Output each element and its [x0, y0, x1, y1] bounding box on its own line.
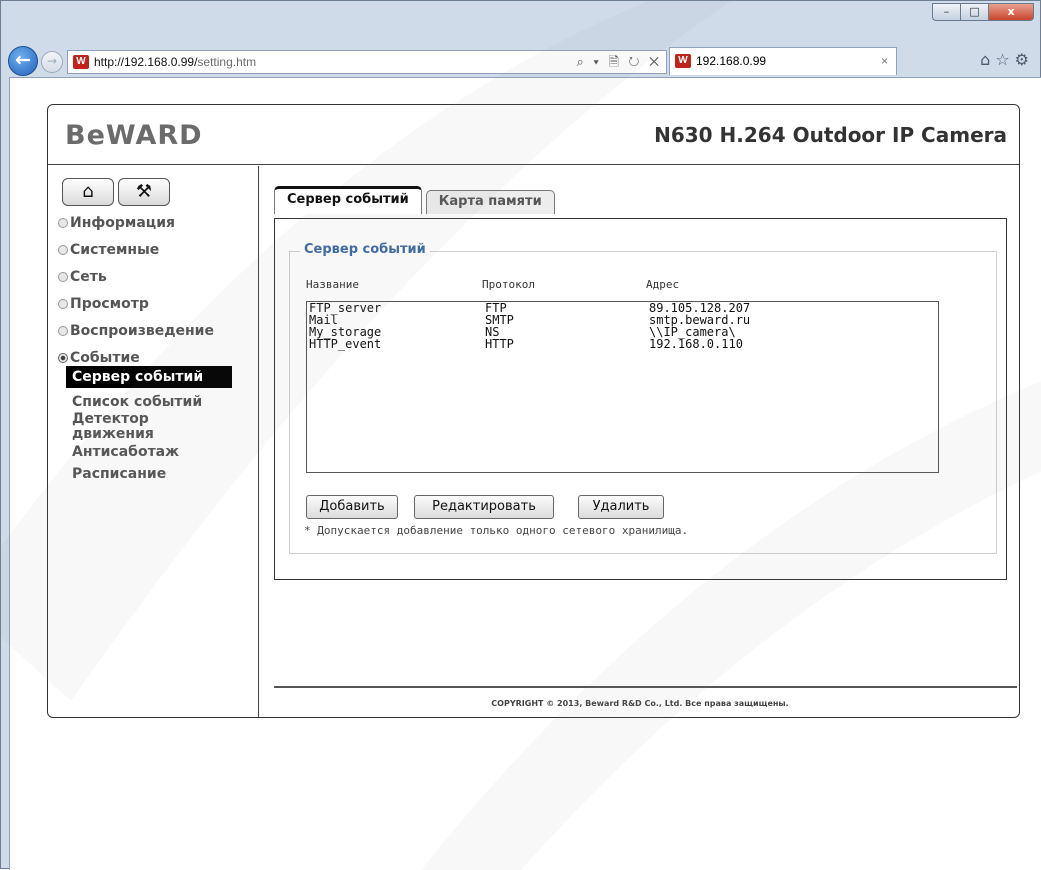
radio-bullet-icon	[58, 218, 68, 228]
settings-gear-icon[interactable]: ⚙	[1015, 50, 1034, 69]
list-row[interactable]: Mail SMTP smtp.beward.ru	[307, 314, 938, 326]
list-row[interactable]: My_storage NS \\IP_camera\	[307, 326, 938, 338]
event-submenu: Сервер событий Список событий Детектор д…	[66, 366, 232, 482]
radio-bullet-icon	[58, 299, 68, 309]
radio-bullet-icon	[58, 272, 68, 282]
tab-close-icon[interactable]: ×	[881, 48, 888, 74]
footer-divider	[274, 686, 1017, 688]
menu-item-system[interactable]: Системные	[58, 237, 214, 264]
submenu-item-antisabotage[interactable]: Антисаботаж	[72, 444, 232, 460]
menu-item-label: Информация	[70, 215, 175, 231]
url-path: setting.htm	[197, 55, 257, 69]
camera-model-title: N630 H.264 Outdoor IP Camera	[654, 123, 1007, 147]
column-header-protocol: Протокол	[482, 278, 535, 291]
favorites-star-icon[interactable]: ☆	[995, 50, 1014, 69]
back-button[interactable]: ←	[8, 46, 38, 76]
list-row[interactable]: HTTP_event HTTP 192.168.0.110	[307, 338, 938, 350]
page-viewport: BeWARD N630 H.264 Outdoor IP Camera ⌂ ⚒ …	[9, 77, 1041, 870]
delete-button[interactable]: Удалить	[578, 495, 664, 519]
add-button[interactable]: Добавить	[306, 495, 398, 519]
menu-item-label: Воспроизведение	[70, 323, 214, 339]
column-header-address: Адрес	[646, 278, 680, 291]
settings-menu: Информация Системные Сеть Просмотр Воспр…	[58, 210, 214, 372]
beward-logo: BeWARD	[65, 120, 203, 151]
event-server-list[interactable]: FTP_server FTP 89.105.128.207 Mail SMTP …	[306, 301, 939, 473]
event-server-fieldset: Сервер событий Название Протокол Адрес F…	[289, 242, 997, 554]
maximize-button[interactable]: □	[960, 3, 988, 21]
radio-bullet-icon	[58, 326, 68, 336]
column-header-name: Название	[306, 278, 359, 291]
browser-tab[interactable]: W 192.168.0.99 ×	[669, 47, 897, 75]
menu-item-network[interactable]: Сеть	[58, 264, 214, 291]
menu-item-label: Системные	[70, 242, 160, 258]
menu-item-info[interactable]: Информация	[58, 210, 214, 237]
fieldset-legend: Сервер событий	[300, 242, 430, 257]
camera-web-interface: BeWARD N630 H.264 Outdoor IP Camera ⌂ ⚒ …	[47, 104, 1020, 718]
menu-item-label: Просмотр	[70, 296, 149, 312]
back-arrow-icon: ←	[15, 49, 31, 71]
menu-item-view[interactable]: Просмотр	[58, 291, 214, 318]
home-icon: ⌂	[82, 181, 94, 202]
edit-button[interactable]: Редактировать	[414, 495, 554, 519]
radio-bullet-icon	[58, 245, 68, 255]
cell-address: 192.168.0.110	[649, 337, 743, 351]
menu-item-playback[interactable]: Воспроизведение	[58, 318, 214, 345]
close-window-button[interactable]: x	[988, 3, 1034, 21]
menu-item-label: Событие	[70, 350, 140, 366]
cell-name: HTTP_event	[309, 337, 382, 351]
home-button[interactable]: ⌂	[62, 178, 114, 206]
tab-memory-card[interactable]: Карта памяти	[425, 190, 555, 214]
forward-button[interactable]: →	[41, 51, 63, 73]
sidebar: ⌂ ⚒ Информация Системные Сеть Просмотр В…	[48, 166, 259, 717]
home-icon[interactable]: ⌂	[980, 50, 995, 69]
menu-item-label: Сеть	[70, 269, 107, 285]
window-controls: – □ x	[932, 3, 1034, 21]
submenu-item-event-server[interactable]: Сервер событий	[66, 366, 232, 388]
main-content: Сервер событий Карта памяти Сервер событ…	[260, 166, 1019, 717]
site-favicon-icon: W	[73, 55, 89, 69]
list-row[interactable]: FTP_server FTP 89.105.128.207	[307, 302, 938, 314]
address-bar[interactable]: W http://192.168.0.99/setting.htm ⌕ ▾ 🗎 …	[67, 50, 667, 74]
tab-title: 192.168.0.99	[696, 54, 767, 68]
url-host: http://192.168.0.99/	[94, 55, 198, 69]
submenu-item-schedule[interactable]: Расписание	[72, 466, 232, 482]
page-header: BeWARD N630 H.264 Outdoor IP Camera	[48, 105, 1019, 165]
radio-bullet-selected-icon	[58, 353, 68, 363]
tools-icon: ⚒	[135, 181, 153, 202]
storage-note: * Допускается добавление только одного с…	[304, 524, 689, 537]
copyright-text: COPYRIGHT © 2013, Beward R&D Co., Ltd. В…	[491, 699, 789, 708]
cell-protocol: HTTP	[485, 337, 514, 351]
tab-panel: Сервер событий Название Протокол Адрес F…	[274, 218, 1007, 580]
submenu-item-event-list[interactable]: Список событий	[72, 394, 232, 410]
settings-button[interactable]: ⚒	[118, 178, 170, 206]
tab-event-server[interactable]: Сервер событий	[274, 186, 422, 214]
tab-favicon-icon: W	[675, 54, 691, 68]
minimize-button[interactable]: –	[932, 3, 960, 21]
browser-toolbar-icons: ⌂☆⚙	[980, 50, 1034, 69]
browser-window: – □ x ← → W http://192.168.0.99/setting.…	[0, 0, 1041, 870]
submenu-item-motion-detector[interactable]: Детектор движения	[72, 412, 182, 442]
forward-arrow-icon: →	[46, 54, 58, 68]
quick-buttons: ⌂ ⚒	[62, 178, 170, 206]
address-bar-tools[interactable]: ⌕ ▾ 🗎 ↻ ✕	[576, 51, 662, 73]
tab-bar: Сервер событий Карта памяти	[274, 186, 555, 214]
